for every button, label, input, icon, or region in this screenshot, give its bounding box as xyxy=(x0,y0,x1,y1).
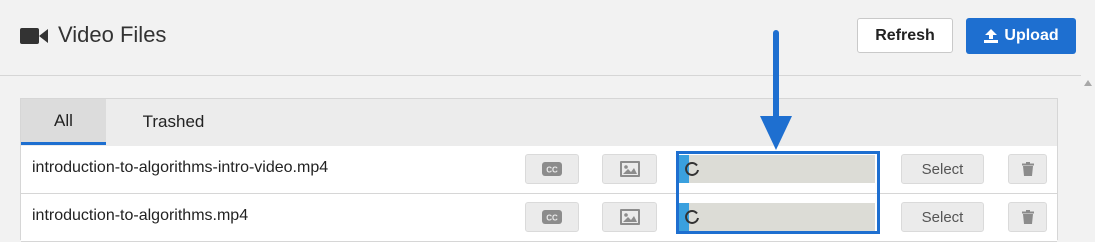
upload-icon xyxy=(984,29,999,43)
files-panel: All Trashed introduction-to-algorithms-i… xyxy=(20,98,1058,242)
delete-button[interactable] xyxy=(1008,202,1047,232)
upload-button-label: Upload xyxy=(1004,27,1059,44)
svg-text:CC: CC xyxy=(546,214,558,223)
tab-bar: All Trashed xyxy=(21,99,1057,147)
tab-all[interactable]: All xyxy=(21,99,106,145)
thumbnail-button[interactable] xyxy=(602,202,657,232)
thumbnail-button[interactable] xyxy=(602,154,657,184)
file-name: introduction-to-algorithms-intro-video.m… xyxy=(32,159,329,176)
image-icon xyxy=(619,161,640,177)
captions-button[interactable]: CC xyxy=(525,154,579,184)
select-button[interactable]: Select xyxy=(901,154,984,184)
scrollbar[interactable] xyxy=(1081,75,1095,240)
file-row: introduction-to-algorithms-intro-video.m… xyxy=(21,146,1057,194)
file-row: introduction-to-algorithms.mp4 CC Select xyxy=(21,194,1057,242)
file-name: introduction-to-algorithms.mp4 xyxy=(32,207,249,224)
annotation-arrow-icon xyxy=(760,30,792,150)
tab-trashed[interactable]: Trashed xyxy=(121,99,226,145)
captions-button[interactable]: CC xyxy=(525,202,579,232)
closed-captions-icon: CC xyxy=(542,210,562,224)
video-camera-icon xyxy=(20,28,48,44)
upload-button[interactable]: Upload xyxy=(966,18,1076,54)
trash-icon xyxy=(1021,162,1034,176)
delete-button[interactable] xyxy=(1008,154,1047,184)
closed-captions-icon: CC xyxy=(542,162,562,176)
page-title: Video Files xyxy=(58,22,167,47)
scroll-up-arrow-icon[interactable] xyxy=(1084,80,1092,86)
header-bar: Video Files Refresh Upload xyxy=(0,0,1095,76)
trash-icon xyxy=(1021,210,1034,224)
annotation-highlight-box xyxy=(676,151,880,234)
svg-text:CC: CC xyxy=(546,166,558,175)
image-icon xyxy=(619,209,640,225)
select-button[interactable]: Select xyxy=(901,202,984,232)
refresh-button[interactable]: Refresh xyxy=(857,18,953,53)
